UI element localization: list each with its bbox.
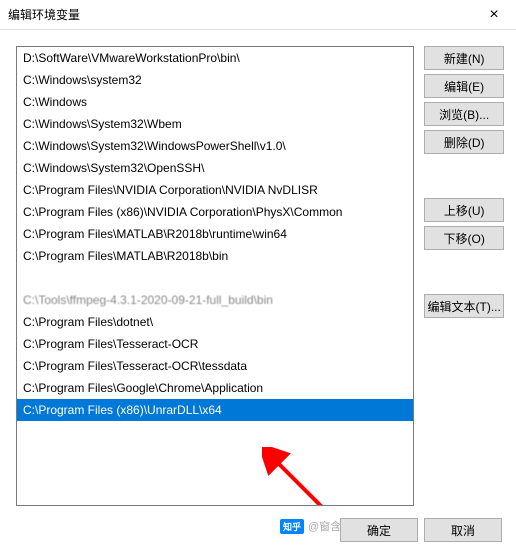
list-item[interactable]: C:\Tools\ffmpeg-4.3.1-2020-09-21-full_bu… [17, 289, 413, 311]
list-item[interactable]: C:\Program Files\dotnet\ [17, 311, 413, 333]
ok-button[interactable]: 确定 [340, 518, 418, 542]
edit-button[interactable]: 编辑(E) [424, 74, 504, 98]
list-item[interactable] [17, 267, 413, 289]
list-item[interactable]: C:\Windows [17, 91, 413, 113]
path-listbox[interactable]: D:\SoftWare\VMwareWorkstationPro\bin\C:\… [16, 46, 414, 506]
move-up-button[interactable]: 上移(U) [424, 198, 504, 222]
list-item[interactable]: C:\Program Files\NVIDIA Corporation\NVID… [17, 179, 413, 201]
list-item[interactable]: C:\Program Files\MATLAB\R2018b\runtime\w… [17, 223, 413, 245]
new-button[interactable]: 新建(N) [424, 46, 504, 70]
list-item[interactable]: C:\Windows\System32\OpenSSH\ [17, 157, 413, 179]
content-area: D:\SoftWare\VMwareWorkstationPro\bin\C:\… [0, 30, 516, 504]
close-icon: × [489, 6, 498, 24]
list-item[interactable]: C:\Program Files (x86)\NVIDIA Corporatio… [17, 201, 413, 223]
list-item[interactable]: C:\Program Files (x86)\UnrarDLL\x64 [17, 399, 413, 421]
zhihu-icon: 知乎 [280, 519, 304, 534]
close-button[interactable]: × [476, 2, 512, 28]
list-item[interactable]: C:\Windows\System32\Wbem [17, 113, 413, 135]
dialog-title: 编辑环境变量 [8, 6, 80, 23]
red-arrow-annotation [262, 447, 342, 506]
button-column: 新建(N) 编辑(E) 浏览(B)... 删除(D) 上移(U) 下移(O) 编… [424, 46, 504, 492]
browse-button[interactable]: 浏览(B)... [424, 102, 504, 126]
list-item[interactable]: C:\Program Files\MATLAB\R2018b\bin [17, 245, 413, 267]
list-item[interactable]: C:\Program Files\Google\Chrome\Applicati… [17, 377, 413, 399]
list-item[interactable]: C:\Windows\System32\WindowsPowerShell\v1… [17, 135, 413, 157]
list-item[interactable]: C:\Program Files\Tesseract-OCR\tessdata [17, 355, 413, 377]
edit-text-button[interactable]: 编辑文本(T)... [424, 294, 504, 318]
titlebar: 编辑环境变量 × [0, 0, 516, 30]
cancel-button[interactable]: 取消 [424, 518, 502, 542]
list-item[interactable]: C:\Program Files\Tesseract-OCR [17, 333, 413, 355]
env-var-dialog: 编辑环境变量 × D:\SoftWare\VMwareWorkstationPr… [0, 0, 516, 554]
footer: 确定 取消 [340, 518, 502, 542]
move-down-button[interactable]: 下移(O) [424, 226, 504, 250]
list-item[interactable]: C:\Windows\system32 [17, 69, 413, 91]
list-item[interactable]: D:\SoftWare\VMwareWorkstationPro\bin\ [17, 47, 413, 69]
delete-button[interactable]: 删除(D) [424, 130, 504, 154]
